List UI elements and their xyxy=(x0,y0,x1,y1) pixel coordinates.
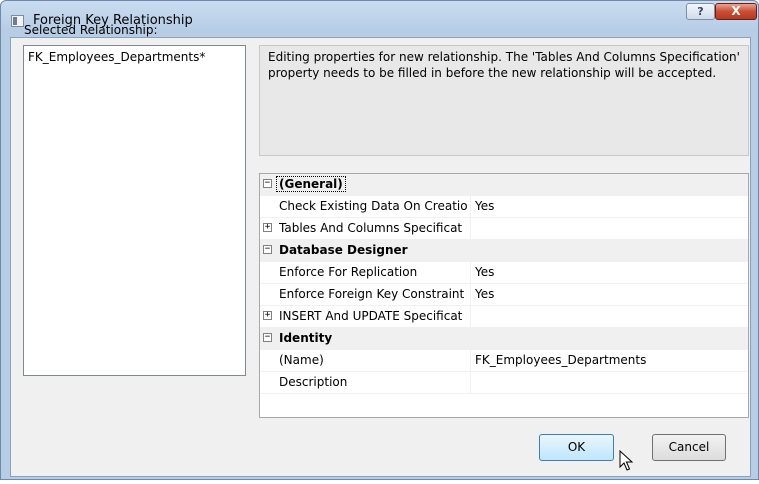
property-grid[interactable]: − (General) Check Existing Data On Creat… xyxy=(259,173,749,418)
relationship-list[interactable]: FK_Employees_Departments* xyxy=(23,45,246,376)
property-value: FK_Employees_Departments xyxy=(475,353,647,367)
help-button[interactable]: ? xyxy=(686,3,715,20)
category-database-designer[interactable]: − Database Designer xyxy=(260,240,748,262)
property-name: Enforce For Replication xyxy=(279,265,418,279)
property-value-cell[interactable]: Yes xyxy=(470,196,748,217)
property-row-tables-columns[interactable]: + Tables And Columns Specificat xyxy=(260,218,748,240)
ok-button[interactable]: OK xyxy=(539,434,614,461)
property-value: Yes xyxy=(475,265,495,279)
property-row-enforce-fk[interactable]: Enforce Foreign Key Constraint Yes xyxy=(260,284,748,306)
property-name: INSERT And UPDATE Specificat xyxy=(279,309,463,323)
collapse-icon[interactable]: − xyxy=(263,245,272,254)
property-row-insert-update[interactable]: + INSERT And UPDATE Specificat xyxy=(260,306,748,328)
close-button[interactable]: X xyxy=(715,3,757,20)
expand-icon[interactable]: + xyxy=(263,223,272,232)
collapse-icon[interactable]: − xyxy=(263,179,272,188)
mouse-pointer-icon xyxy=(619,450,633,471)
cancel-button[interactable]: Cancel xyxy=(652,434,726,461)
category-identity[interactable]: − Identity xyxy=(260,328,748,350)
property-value-cell[interactable]: Yes xyxy=(470,284,748,305)
selected-relationship-label: Selected Relationship: xyxy=(24,23,158,37)
window-icon xyxy=(11,15,24,27)
property-name: (Name) xyxy=(279,353,324,367)
dialog-window: Foreign Key Relationship ? X Selected Re… xyxy=(0,0,759,480)
property-value-cell[interactable]: FK_Employees_Departments xyxy=(470,350,748,371)
property-name: Enforce Foreign Key Constraint xyxy=(279,287,465,301)
property-value-cell[interactable] xyxy=(470,218,748,239)
property-value: Yes xyxy=(475,199,495,213)
property-row-enforce-replication[interactable]: Enforce For Replication Yes xyxy=(260,262,748,284)
property-value-cell[interactable] xyxy=(470,306,748,327)
description-panel: Editing properties for new relationship.… xyxy=(259,45,749,156)
property-row-description[interactable]: Description xyxy=(260,372,748,394)
expand-icon[interactable]: + xyxy=(263,311,272,320)
property-row-check-existing[interactable]: Check Existing Data On Creatio Yes xyxy=(260,196,748,218)
property-name: Check Existing Data On Creatio xyxy=(279,199,468,213)
category-label: Database Designer xyxy=(279,243,408,257)
property-name: Description xyxy=(279,375,348,389)
collapse-icon[interactable]: − xyxy=(263,333,272,342)
relationship-list-item[interactable]: FK_Employees_Departments* xyxy=(28,50,205,64)
property-row-name[interactable]: (Name) FK_Employees_Departments xyxy=(260,350,748,372)
property-value: Yes xyxy=(475,287,495,301)
property-name: Tables And Columns Specificat xyxy=(279,221,463,235)
property-value-cell[interactable] xyxy=(470,372,748,393)
property-value-cell[interactable]: Yes xyxy=(470,262,748,283)
category-label: (General) xyxy=(276,176,346,192)
category-general[interactable]: − (General) xyxy=(260,174,748,196)
category-label: Identity xyxy=(279,331,333,345)
